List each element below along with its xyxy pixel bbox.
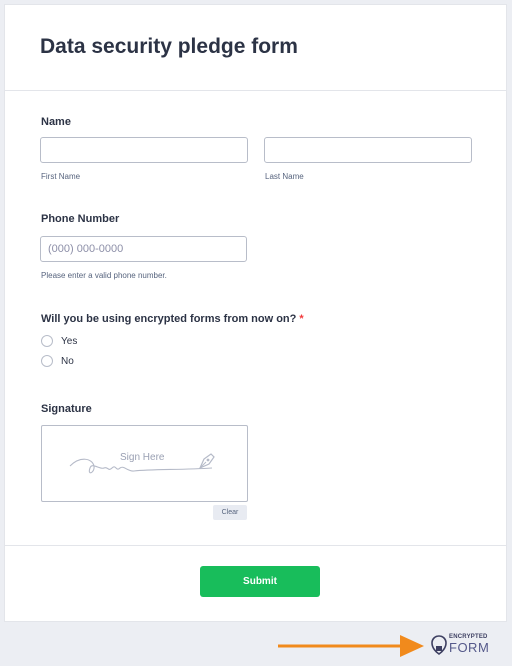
clear-signature-button[interactable]: Clear	[213, 505, 247, 520]
option-yes[interactable]: Yes	[41, 334, 77, 348]
first-name-input[interactable]	[40, 137, 248, 163]
required-mark: *	[299, 313, 304, 325]
form-card: Data security pledge form Name First Nam…	[4, 4, 507, 622]
footer-divider	[5, 545, 506, 546]
no-label: No	[61, 355, 74, 367]
yes-label: Yes	[61, 335, 78, 347]
encrypted-form-logo[interactable]: ENCRYPTED FORM	[431, 631, 497, 657]
pointer-arrow-icon	[278, 635, 424, 657]
yes-radio[interactable]	[41, 335, 53, 347]
phone-hint: Please enter a valid phone number.	[41, 271, 167, 280]
shield-lock-icon	[431, 635, 447, 655]
sign-here-text: Sign Here	[120, 452, 165, 463]
phone-label: Phone Number	[41, 213, 120, 225]
pen-nib-icon	[198, 453, 215, 470]
last-name-sublabel: Last Name	[265, 172, 304, 181]
phone-input[interactable]	[40, 236, 247, 262]
option-no[interactable]: No	[41, 354, 74, 368]
logo-text-form: FORM	[449, 640, 490, 655]
encrypted-question-label: Will you be using encrypted forms from n…	[41, 313, 304, 325]
question-text: Will you be using encrypted forms from n…	[41, 313, 297, 325]
signature-label: Signature	[41, 403, 92, 415]
form-header: Data security pledge form	[5, 5, 506, 91]
signature-pad[interactable]: Sign Here	[41, 425, 248, 502]
first-name-sublabel: First Name	[41, 172, 81, 181]
last-name-input[interactable]	[264, 137, 472, 163]
submit-button[interactable]: Submit	[200, 566, 320, 597]
form-title: Data security pledge form	[40, 35, 298, 58]
name-label: Name	[41, 116, 71, 128]
no-radio[interactable]	[41, 355, 53, 367]
